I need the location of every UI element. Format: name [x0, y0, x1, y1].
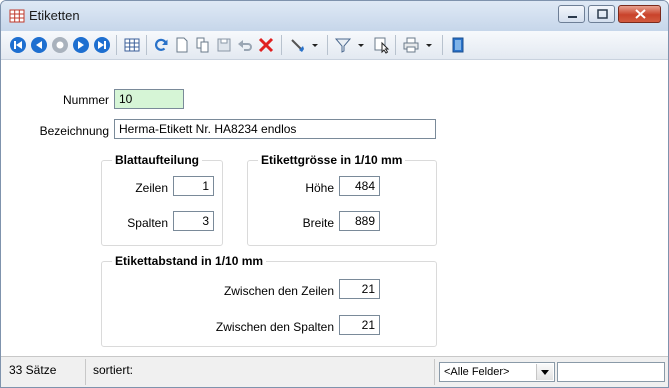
- next-record-icon[interactable]: [72, 36, 90, 54]
- blattaufteilung-group: Blattaufteilung Zeilen 1 Spalten 3: [101, 153, 223, 246]
- chevron-down-icon[interactable]: [306, 36, 324, 54]
- exit-icon[interactable]: [449, 36, 467, 54]
- table-view-icon[interactable]: [123, 36, 141, 54]
- status-divider: [85, 359, 86, 385]
- save-icon[interactable]: [215, 36, 233, 54]
- breite-field[interactable]: 889: [339, 211, 380, 231]
- chevron-down-icon[interactable]: [536, 364, 553, 380]
- zwischen-spalten-field[interactable]: 21: [339, 315, 380, 335]
- spalten-field[interactable]: 3: [173, 211, 214, 231]
- print-icon[interactable]: [402, 36, 420, 54]
- minimize-button[interactable]: [558, 5, 585, 23]
- delete-icon[interactable]: [257, 36, 275, 54]
- breite-label: Breite: [302, 216, 334, 230]
- status-divider: [434, 359, 435, 385]
- etiketten-window: Etiketten Nummer 10 Bezeichnung Herma-Et…: [0, 0, 669, 388]
- hoehe-field[interactable]: 484: [339, 176, 380, 196]
- bezeichnung-label: Bezeichnung: [39, 124, 109, 138]
- toolbar: [1, 31, 668, 60]
- copy-icon[interactable]: [194, 36, 212, 54]
- last-record-icon[interactable]: [93, 36, 111, 54]
- maximize-button[interactable]: [588, 5, 615, 23]
- chevron-down-icon[interactable]: [352, 36, 370, 54]
- toolbar-separator: [146, 35, 147, 55]
- form-area: Nummer 10 Bezeichnung Herma-Etikett Nr. …: [1, 60, 668, 356]
- toolbar-separator: [395, 35, 396, 55]
- grid-icon: [9, 8, 25, 24]
- record-count: 33 Sätze: [9, 363, 57, 377]
- nummer-label: Nummer: [62, 93, 109, 107]
- cursor-select-icon[interactable]: [373, 36, 391, 54]
- zwischen-zeilen-field[interactable]: 21: [339, 279, 380, 299]
- zeilen-label: Zeilen: [135, 181, 168, 195]
- toolbar-separator: [281, 35, 282, 55]
- field-filter-select[interactable]: <Alle Felder>: [439, 362, 555, 382]
- bezeichnung-field[interactable]: Herma-Etikett Nr. HA8234 endlos: [114, 119, 436, 139]
- etikettgroesse-title: Etikettgrösse in 1/10 mm: [258, 153, 406, 167]
- chevron-down-icon[interactable]: [420, 36, 438, 54]
- filter-icon[interactable]: [334, 36, 352, 54]
- spalten-label: Spalten: [127, 216, 168, 230]
- nummer-field[interactable]: 10: [114, 89, 184, 109]
- etikettgroesse-group: Etikettgrösse in 1/10 mm Höhe 484 Breite…: [247, 153, 437, 246]
- window-title: Etiketten: [29, 8, 80, 23]
- hoehe-label: Höhe: [305, 181, 334, 195]
- close-button[interactable]: [618, 5, 661, 23]
- zwischen-spalten-label: Zwischen den Spalten: [215, 320, 334, 334]
- etikettabstand-group: Etikettabstand in 1/10 mm Zwischen den Z…: [101, 254, 437, 347]
- previous-record-icon[interactable]: [30, 36, 48, 54]
- new-document-icon[interactable]: [173, 36, 191, 54]
- refresh-icon[interactable]: [152, 36, 170, 54]
- blattaufteilung-title: Blattaufteilung: [112, 153, 202, 167]
- field-filter-value: <Alle Felder>: [444, 366, 510, 378]
- toolbar-separator: [116, 35, 117, 55]
- undo-icon[interactable]: [236, 36, 254, 54]
- toolbar-separator: [442, 35, 443, 55]
- tools-icon[interactable]: [288, 36, 306, 54]
- first-record-icon[interactable]: [9, 36, 27, 54]
- current-record-icon[interactable]: [51, 36, 69, 54]
- toolbar-separator: [327, 35, 328, 55]
- search-input[interactable]: [557, 362, 665, 382]
- status-bar: 33 Sätze sortiert: <Alle Felder>: [1, 356, 668, 387]
- zwischen-zeilen-label: Zwischen den Zeilen: [223, 284, 334, 298]
- etikettabstand-title: Etikettabstand in 1/10 mm: [112, 254, 267, 268]
- title-bar: Etiketten: [1, 1, 668, 31]
- sort-label: sortiert:: [93, 363, 134, 377]
- zeilen-field[interactable]: 1: [173, 176, 214, 196]
